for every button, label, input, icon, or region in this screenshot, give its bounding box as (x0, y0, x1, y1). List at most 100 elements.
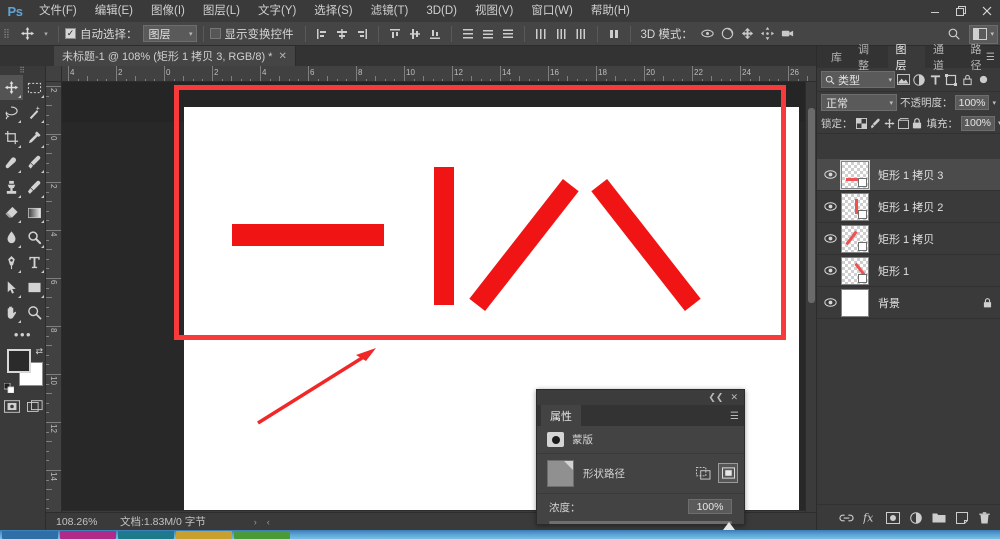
vector-mask-thumbnail[interactable] (858, 177, 867, 187)
menu-image[interactable]: 图像(I) (142, 0, 194, 22)
hand-tool[interactable] (0, 300, 23, 325)
menu-file[interactable]: 文件(F) (30, 0, 86, 22)
layer-visibility-eye-icon[interactable] (819, 191, 841, 223)
density-slider-knob[interactable] (723, 522, 735, 530)
collapse-icon[interactable]: ❮❮ (708, 392, 723, 403)
distribute-top-edges-icon[interactable] (458, 24, 478, 44)
layer-style-fx-icon[interactable]: fx (859, 507, 880, 529)
tool-preset-chevron-icon[interactable]: ▾ (40, 30, 52, 38)
vertical-scrollbar-thumb[interactable] (808, 108, 815, 303)
restore-button[interactable] (948, 0, 974, 22)
layer-thumbnail[interactable] (841, 224, 869, 253)
layer-row[interactable]: 矩形 1 拷贝 2 (817, 191, 1000, 223)
layers-list[interactable]: 矩形 1 拷贝 3 矩形 1 拷贝 2 矩形 1 拷贝 矩形 1 背景 (817, 159, 1000, 502)
spot-healing-brush-tool[interactable] (0, 150, 23, 175)
tab-layers[interactable]: 图层 (887, 44, 925, 72)
crop-tool[interactable] (0, 125, 23, 150)
layer-visibility-eye-icon[interactable] (819, 159, 841, 191)
tab-channels[interactable]: 通道 (925, 44, 963, 72)
taskbar-item[interactable] (234, 530, 290, 539)
menu-help[interactable]: 帮助(H) (582, 0, 639, 22)
layer-row[interactable]: 背景 (817, 287, 1000, 319)
scale-3d-camera-icon[interactable] (778, 24, 798, 44)
brush-tool[interactable] (23, 150, 46, 175)
align-bottom-edges-icon[interactable] (425, 24, 445, 44)
vector-mask-thumbnail[interactable] (858, 273, 867, 283)
align-vertical-centers-icon[interactable] (405, 24, 425, 44)
align-distribute-options-icon[interactable] (604, 24, 624, 44)
adjustment-filter-icon[interactable] (911, 71, 927, 89)
clone-stamp-tool[interactable] (0, 175, 23, 200)
default-colors-icon[interactable] (3, 382, 15, 394)
lock-artboard-icon[interactable] (897, 116, 909, 131)
add-layer-mask-icon[interactable] (882, 507, 903, 529)
shape-filter-icon[interactable] (943, 71, 959, 89)
menu-layer[interactable]: 图层(L) (194, 0, 249, 22)
layer-visibility-eye-icon[interactable] (819, 287, 841, 319)
filter-toggle-icon[interactable] (975, 71, 991, 89)
rectangle-tool[interactable] (23, 275, 46, 300)
lock-transparent-pixels-icon[interactable] (855, 116, 867, 131)
taskbar-item[interactable] (60, 530, 116, 539)
ruler-corner[interactable] (46, 66, 62, 82)
properties-panel[interactable]: ❮❮ ✕ 属性 ☰ 蒙版 形状路径 浓度： 100% (536, 389, 745, 530)
opacity-chevron-icon[interactable]: ▾ (992, 99, 996, 107)
rotate-3d-icon[interactable] (698, 24, 718, 44)
vertical-ruler[interactable]: 20246810121416 (46, 82, 62, 521)
auto-select-checkbox[interactable]: ✓ (65, 28, 76, 39)
dodge-tool[interactable] (23, 225, 46, 250)
opacity-field[interactable]: 100% (955, 95, 990, 110)
foreground-color-swatch[interactable] (7, 349, 31, 373)
taskbar-item[interactable] (2, 530, 58, 539)
minimize-button[interactable] (922, 0, 948, 22)
menu-window[interactable]: 窗口(W) (522, 0, 582, 22)
document-tab[interactable]: 未标题-1 @ 108% (矩形 1 拷贝 3, RGB/8) * ✕ (54, 46, 296, 66)
close-button[interactable] (974, 0, 1000, 22)
vector-mask-thumbnail[interactable] (858, 241, 867, 251)
layer-row[interactable]: 矩形 1 拷贝 3 (817, 159, 1000, 191)
eraser-tool[interactable] (0, 200, 23, 225)
panel-menu-icon[interactable]: ☰ (730, 411, 739, 422)
horizontal-type-tool[interactable] (23, 250, 46, 275)
roll-3d-icon[interactable] (718, 24, 738, 44)
pixel-filter-icon[interactable] (895, 71, 911, 89)
panel-menu-icon[interactable]: ☰ (986, 52, 995, 63)
path-selection-tool[interactable] (0, 275, 23, 300)
close-icon[interactable]: ✕ (278, 51, 286, 62)
layer-visibility-eye-icon[interactable] (819, 255, 841, 287)
zoom-tool[interactable] (23, 300, 46, 325)
menu-filter[interactable]: 滤镜(T) (362, 0, 418, 22)
delete-layer-icon[interactable] (974, 507, 995, 529)
vector-mask-thumbnail[interactable] (858, 209, 867, 219)
lasso-tool[interactable] (0, 100, 23, 125)
align-left-edges-icon[interactable] (312, 24, 332, 44)
zoom-level[interactable]: 108.26% (46, 516, 108, 528)
layer-thumbnail[interactable] (840, 159, 870, 190)
distribute-left-edges-icon[interactable] (531, 24, 551, 44)
blend-mode-select[interactable]: 正常 ▾ (821, 94, 897, 111)
status-collapse-icon[interactable]: ‹ (267, 517, 270, 527)
align-horizontal-centers-icon[interactable] (332, 24, 352, 44)
history-brush-tool[interactable] (23, 175, 46, 200)
lock-all-icon[interactable] (912, 116, 922, 131)
layer-thumbnail[interactable] (841, 256, 869, 285)
new-group-icon[interactable] (928, 507, 949, 529)
layer-thumbnail[interactable] (841, 288, 869, 317)
mask-thumbnail[interactable] (547, 460, 574, 487)
magic-wand-tool[interactable] (23, 100, 46, 125)
tab-properties[interactable]: 属性 (541, 405, 581, 426)
tab-adjustments[interactable]: 调整 (850, 44, 888, 72)
slide-3d-icon[interactable] (758, 24, 778, 44)
lock-image-pixels-icon[interactable] (870, 116, 881, 131)
density-slider[interactable] (549, 520, 735, 530)
fill-field[interactable]: 100% (961, 115, 995, 131)
align-right-edges-icon[interactable] (352, 24, 372, 44)
rectangular-marquee-tool[interactable] (23, 75, 46, 100)
distribute-bottom-edges-icon[interactable] (498, 24, 518, 44)
vertical-scrollbar[interactable] (805, 82, 816, 521)
edit-toolbar-button[interactable]: ••• (0, 325, 46, 343)
layer-visibility-eye-icon[interactable] (819, 223, 841, 255)
density-field[interactable]: 100% (688, 499, 732, 514)
auto-select-scope-select[interactable]: 图层 ▾ (142, 25, 197, 42)
distribute-horizontal-centers-icon[interactable] (551, 24, 571, 44)
